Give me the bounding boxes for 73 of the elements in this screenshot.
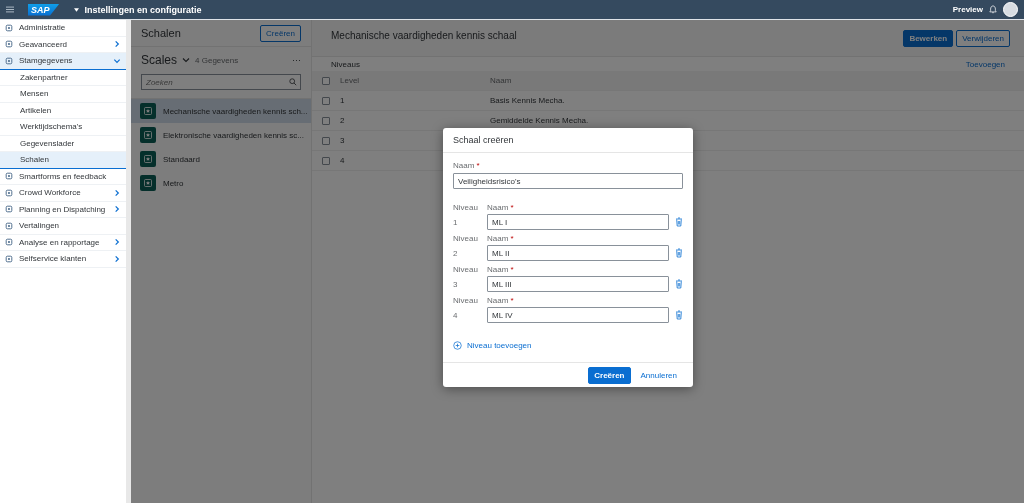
field-label: Naam * — [487, 265, 515, 274]
table-cell: 4 — [340, 156, 345, 165]
search-field[interactable]: Zoeken — [141, 74, 301, 90]
delete-icon[interactable] — [675, 279, 683, 289]
app-title-menu[interactable]: Instellingen en configuratie — [84, 4, 202, 15]
dialog-title: Schaal creëren — [453, 135, 514, 145]
list-item-label: Standaard — [163, 154, 200, 164]
row-checkbox[interactable] — [322, 116, 330, 125]
nav-icon — [5, 172, 13, 181]
table-cell: Basis Kennis Mecha. — [490, 96, 565, 105]
delete-icon[interactable] — [675, 217, 683, 227]
delete-icon[interactable] — [675, 310, 683, 320]
nav-item[interactable]: Stamgegevens — [0, 53, 126, 70]
menu-icon[interactable] — [6, 6, 14, 13]
name-input-field[interactable]: Veiligheidsrisico's — [453, 173, 683, 189]
column-header: Level — [340, 76, 360, 85]
nav-icon — [5, 40, 13, 49]
dialog-button[interactable]: Creëren — [588, 366, 631, 384]
level-number: 3 — [453, 280, 459, 289]
level-name-field[interactable]: ML IV — [487, 307, 669, 323]
level-name-field[interactable]: ML II — [487, 245, 669, 261]
level-name-field[interactable]: ML I — [487, 214, 669, 230]
detail-title: Mechanische vaardigheden kennis schaal — [331, 29, 517, 41]
table-cell: 3 — [340, 136, 345, 145]
delete-icon[interactable] — [675, 248, 683, 258]
level-number: 2 — [453, 249, 459, 258]
nav-icon — [5, 188, 13, 197]
level-label: Niveau — [453, 234, 479, 243]
level-label: Niveau — [453, 296, 479, 305]
nav-icon — [5, 205, 13, 214]
add-level-link[interactable]: Niveau toevoegen — [467, 341, 532, 350]
list-item[interactable]: Elektronische vaardigheden kennis sc... — [131, 123, 311, 147]
level-label: Niveau — [453, 203, 479, 212]
chevron-down-icon[interactable] — [182, 57, 191, 63]
nav-icon — [5, 56, 13, 65]
field-label: Naam * — [453, 161, 481, 170]
notification-bell-icon[interactable] — [989, 5, 997, 14]
preview-label: Preview — [952, 5, 983, 14]
list-item-label: Metro — [163, 178, 184, 188]
section-title: Niveaus — [331, 59, 360, 69]
row-checkbox[interactable] — [322, 136, 330, 145]
search-icon[interactable] — [289, 78, 297, 86]
level-name-field[interactable]: ML III — [487, 276, 669, 292]
nav-subitem[interactable]: Schalen — [0, 152, 126, 169]
list-title: Scales — [141, 53, 178, 67]
field-label: Naam * — [487, 296, 515, 305]
table-cell: Gemiddelde Kennis Mecha. — [490, 116, 589, 125]
field-label: Naam * — [487, 234, 515, 243]
panel-title: Schalen — [141, 27, 181, 39]
more-button[interactable]: ··· — [292, 55, 301, 65]
table-cell: 2 — [340, 116, 345, 125]
level-number: 4 — [453, 311, 459, 320]
nav-icon — [5, 254, 13, 263]
row-checkbox[interactable] — [322, 96, 330, 105]
list-item-label: Mechanische vaardigheden kennis sch... — [163, 106, 308, 116]
table-cell: 1 — [340, 96, 345, 105]
column-header: Naam — [490, 76, 512, 85]
add-circle-icon[interactable] — [453, 341, 462, 350]
avatar[interactable] — [1003, 2, 1018, 17]
nav-icon — [5, 23, 13, 32]
nav-icon — [5, 238, 13, 247]
row-checkbox[interactable] — [322, 156, 330, 165]
logo: SAP — [28, 3, 60, 16]
nav-icon — [5, 221, 13, 230]
caret-icon[interactable] — [73, 7, 79, 12]
level-label: Niveau — [453, 265, 479, 274]
dialog-button[interactable]: Annuleren — [634, 366, 683, 384]
list-item-label: Elektronische vaardigheden kennis sc... — [163, 130, 304, 140]
list-item[interactable]: Standaard — [131, 147, 311, 171]
select-all-checkbox[interactable] — [322, 76, 330, 85]
level-number: 1 — [453, 218, 459, 227]
list-item[interactable]: Metro — [131, 171, 311, 195]
field-label: Naam * — [487, 203, 515, 212]
